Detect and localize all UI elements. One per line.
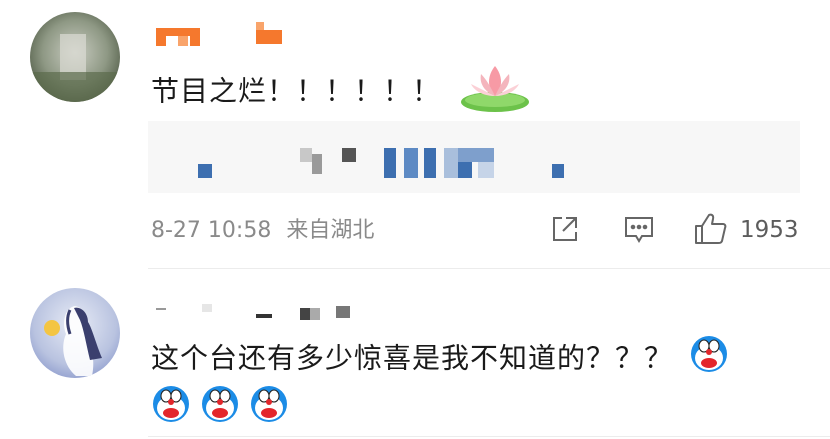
username[interactable] <box>156 304 356 326</box>
blurred-text <box>478 162 494 178</box>
avatar[interactable] <box>30 12 120 102</box>
comment-meta: 8-27 10:58 来自湖北 <box>151 216 374 246</box>
comment-icon[interactable] <box>622 212 656 250</box>
blurred-text <box>552 164 564 178</box>
comment-time: 8-27 10:58 <box>151 218 272 243</box>
doraemon-emoji <box>689 334 729 385</box>
emoji-row <box>151 384 289 424</box>
like-count: 1953 <box>740 217 799 243</box>
doraemon-emoji <box>200 384 240 428</box>
blurred-text <box>342 148 356 162</box>
comment-body: 这个台还有多少惊喜是我不知道的？？？ <box>151 341 674 375</box>
blurred-text <box>458 162 472 178</box>
comment-location: 来自湖北 <box>286 218 375 243</box>
blurred-text <box>312 154 322 174</box>
blurred-text <box>404 148 418 178</box>
blurred-text <box>384 148 396 178</box>
divider <box>148 268 830 269</box>
share-icon[interactable] <box>548 212 582 250</box>
quoted-reply[interactable] <box>148 121 800 193</box>
blurred-text <box>458 148 494 162</box>
comment-body: 节目之烂！！！！！！ <box>151 74 442 108</box>
blurred-text <box>300 148 312 162</box>
comment-text: 这个台还有多少惊喜是我不知道的？？？ <box>151 334 729 385</box>
blurred-text <box>424 148 436 178</box>
comment-text: 节目之烂！！！！！！ <box>151 60 533 125</box>
blurred-text <box>444 148 458 178</box>
divider <box>148 436 830 437</box>
like-icon[interactable] <box>692 210 730 252</box>
blurred-text <box>198 164 212 178</box>
doraemon-emoji <box>249 384 289 428</box>
username[interactable] <box>156 22 286 46</box>
avatar[interactable] <box>30 288 120 378</box>
lotus-emoji <box>457 60 533 125</box>
doraemon-emoji <box>151 384 191 428</box>
